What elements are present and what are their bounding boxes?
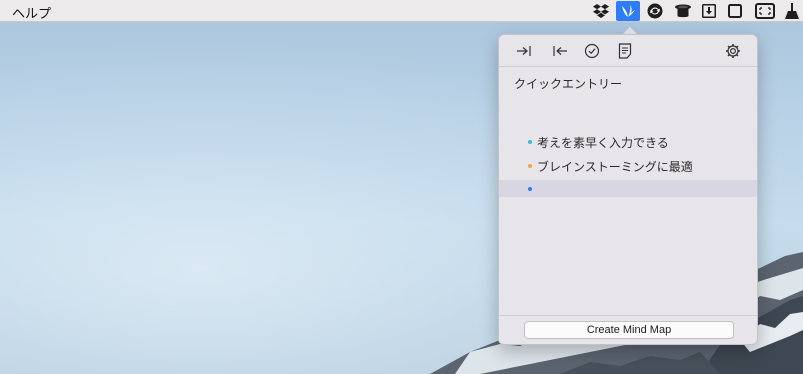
screenshot-icon[interactable]: [754, 2, 776, 20]
quick-entry-popover: クイックエントリー 考えを素早く入力できる ブレインストーミングに最適 Crea…: [498, 34, 758, 345]
outline-item-text: 考えを素早く入力できる: [537, 136, 669, 150]
create-mind-map-button[interactable]: Create Mind Map: [524, 321, 734, 339]
indent-icon[interactable]: [515, 42, 533, 60]
sync-icon[interactable]: [645, 2, 665, 20]
gear-icon[interactable]: [724, 42, 742, 60]
outline-root-node[interactable]: クイックエントリー: [514, 75, 622, 92]
note-icon[interactable]: [616, 42, 634, 60]
outdent-icon[interactable]: [551, 42, 569, 60]
outline-item-text: ブレインストーミングに最適: [537, 160, 693, 174]
menu-bar: ヘルプ: [0, 0, 803, 22]
bullet-icon: [528, 140, 532, 144]
mindnode-icon[interactable]: [616, 1, 640, 21]
popover-toolbar: [499, 35, 757, 67]
download-icon[interactable]: [699, 2, 719, 20]
outline-item[interactable]: 考えを素早く入力できる: [499, 133, 757, 150]
popover-footer: Create Mind Map: [499, 315, 757, 345]
bullet-icon: [528, 187, 532, 191]
check-icon[interactable]: [583, 42, 601, 60]
broom-icon[interactable]: [783, 2, 801, 20]
menu-help[interactable]: ヘルプ: [12, 3, 51, 22]
window-icon[interactable]: [725, 2, 745, 20]
outline-item[interactable]: ブレインストーミングに最適: [499, 157, 757, 174]
hat-icon[interactable]: [673, 2, 693, 20]
outline-item-editing[interactable]: [499, 180, 757, 197]
dropbox-icon[interactable]: [591, 2, 611, 20]
bullet-icon: [528, 164, 532, 168]
